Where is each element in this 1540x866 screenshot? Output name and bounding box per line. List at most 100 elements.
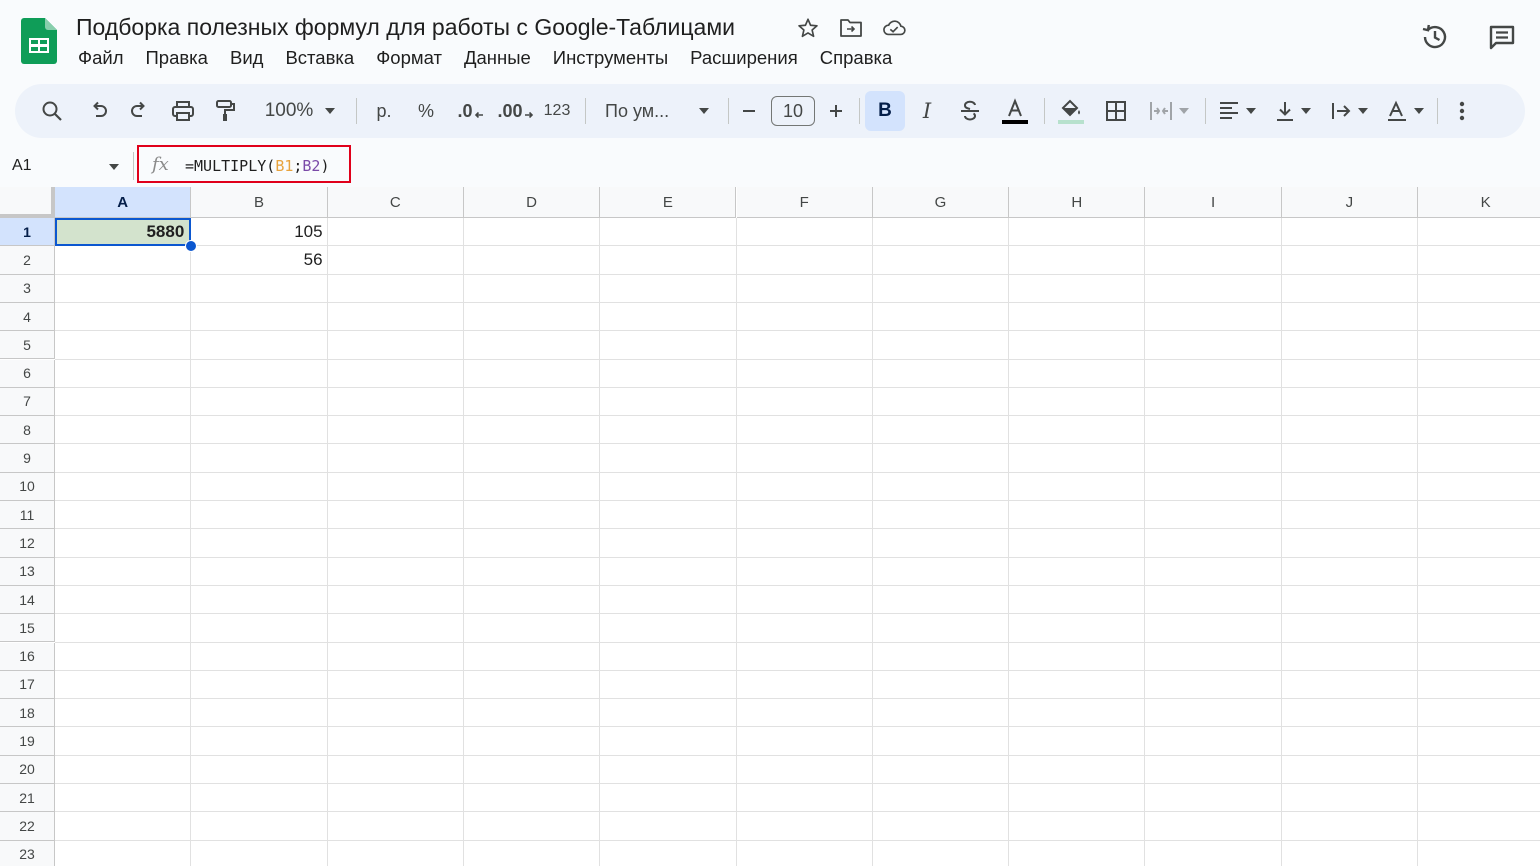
paint-format-icon[interactable]	[208, 84, 242, 138]
text-wrapping-icon[interactable]	[1325, 84, 1373, 138]
grid-row-line	[55, 726, 1540, 728]
grid-column-line	[190, 218, 192, 866]
menu-format[interactable]: Формат	[365, 45, 453, 71]
row-header-1[interactable]: 1	[0, 218, 55, 247]
row-header-9[interactable]: 9	[0, 444, 55, 473]
menu-edit[interactable]: Правка	[134, 45, 219, 71]
print-icon[interactable]	[166, 84, 200, 138]
text-rotation-icon[interactable]	[1381, 84, 1429, 138]
column-header-g[interactable]: G	[872, 187, 1010, 218]
grid-row-line	[55, 698, 1540, 700]
zoom-select[interactable]: 100%	[255, 84, 345, 138]
decrease-font-size-icon[interactable]	[733, 84, 765, 138]
merge-cells-icon[interactable]	[1143, 84, 1195, 138]
row-header-6[interactable]: 6	[0, 359, 55, 388]
toolbar-divider	[585, 98, 586, 124]
version-history-icon[interactable]	[1418, 20, 1452, 54]
cell-b1[interactable]: 105	[191, 218, 327, 246]
search-icon[interactable]	[35, 84, 69, 138]
menu-insert[interactable]: Вставка	[274, 45, 365, 71]
row-header-13[interactable]: 13	[0, 557, 55, 586]
row-header-20[interactable]: 20	[0, 755, 55, 784]
row-header-21[interactable]: 21	[0, 784, 55, 813]
decrease-decimal-button[interactable]: .0	[452, 84, 490, 138]
column-header-h[interactable]: H	[1009, 187, 1146, 218]
column-header-e[interactable]: E	[600, 187, 737, 218]
chevron-down-icon	[1179, 108, 1189, 114]
spreadsheet-grid: A B C D E F G H I J K 1 2 3 4 5 6 7 8 9 10 11 12 13 14 15 16 17 18 19…	[0, 187, 1540, 866]
grid-row-line	[55, 783, 1540, 784]
fill-color-icon[interactable]	[1053, 84, 1089, 138]
borders-icon[interactable]	[1099, 84, 1133, 138]
column-header-a[interactable]: A	[55, 187, 192, 218]
vertical-align-icon[interactable]	[1269, 84, 1317, 138]
column-header-d[interactable]: D	[463, 187, 601, 218]
cloud-saved-icon[interactable]	[882, 16, 906, 40]
strikethrough-icon[interactable]	[953, 84, 987, 138]
row-header-22[interactable]: 22	[0, 812, 55, 841]
increase-decimal-button[interactable]: .00	[495, 84, 537, 138]
column-header-b[interactable]: B	[191, 187, 328, 218]
grid-row-line	[55, 358, 1540, 360]
column-header-i[interactable]: I	[1145, 187, 1282, 218]
number-format-button[interactable]: 123	[539, 84, 575, 138]
grid-row-line	[55, 301, 1540, 303]
menu-help[interactable]: Справка	[809, 45, 904, 71]
text-color-icon[interactable]	[997, 84, 1033, 138]
toolbar-divider	[1437, 98, 1438, 124]
more-options-icon[interactable]	[1445, 84, 1479, 138]
menu-file[interactable]: Файл	[67, 45, 134, 71]
cell-b2[interactable]: 56	[191, 246, 327, 274]
move-folder-icon[interactable]	[839, 16, 863, 40]
select-all-corner[interactable]	[0, 187, 55, 218]
row-header-14[interactable]: 14	[0, 585, 55, 615]
italic-button[interactable]: I	[910, 84, 944, 138]
formula-input[interactable]: =MULTIPLY(B1;B2)	[185, 157, 330, 175]
row-header-18[interactable]: 18	[0, 699, 55, 728]
redo-icon[interactable]	[123, 84, 157, 138]
row-header-23[interactable]: 23	[0, 840, 55, 866]
document-title[interactable]: Подборка полезных формул для работы с Go…	[76, 12, 735, 42]
font-size-input[interactable]: 10	[770, 84, 816, 138]
row-header-12[interactable]: 12	[0, 529, 55, 558]
percent-format-button[interactable]: %	[409, 84, 443, 138]
menu-extensions[interactable]: Расширения	[679, 45, 809, 71]
row-header-17[interactable]: 17	[0, 670, 55, 700]
column-header-f[interactable]: F	[736, 187, 873, 218]
grid-row-line	[55, 471, 1540, 473]
row-header-4[interactable]: 4	[0, 302, 55, 332]
menu-view[interactable]: Вид	[219, 45, 274, 71]
star-icon[interactable]	[796, 16, 820, 40]
column-header-j[interactable]: J	[1281, 187, 1418, 218]
toolbar-divider	[1044, 98, 1045, 124]
row-header-3[interactable]: 3	[0, 274, 55, 303]
row-header-19[interactable]: 19	[0, 727, 55, 756]
row-header-2[interactable]: 2	[0, 246, 55, 275]
row-header-5[interactable]: 5	[0, 331, 55, 360]
comments-icon[interactable]	[1485, 20, 1519, 54]
undo-icon[interactable]	[81, 84, 115, 138]
currency-format-button[interactable]: р.	[367, 84, 401, 138]
horizontal-align-icon[interactable]	[1213, 84, 1261, 138]
sheets-logo-icon[interactable]	[21, 18, 57, 64]
row-header-7[interactable]: 7	[0, 387, 55, 417]
row-header-15[interactable]: 15	[0, 614, 55, 643]
row-header-10[interactable]: 10	[0, 472, 55, 501]
chevron-down-icon	[325, 108, 336, 114]
chevron-down-icon[interactable]	[109, 164, 119, 170]
grid-row-line	[55, 613, 1540, 615]
row-header-16[interactable]: 16	[0, 642, 55, 671]
grid-row-line	[55, 415, 1540, 417]
cell-a1[interactable]: 5880	[55, 218, 192, 247]
row-header-8[interactable]: 8	[0, 416, 55, 445]
font-family-select[interactable]: По ум...	[597, 84, 717, 138]
increase-font-size-icon[interactable]	[820, 84, 852, 138]
row-header-11[interactable]: 11	[0, 501, 55, 530]
menu-tools[interactable]: Инструменты	[542, 45, 679, 71]
formula-ref-b1: B1	[275, 157, 294, 175]
bold-button[interactable]: B	[865, 84, 905, 138]
chevron-down-icon	[1414, 108, 1424, 114]
column-header-k[interactable]: K	[1418, 187, 1540, 218]
column-header-c[interactable]: C	[327, 187, 464, 218]
menu-data[interactable]: Данные	[453, 45, 542, 71]
